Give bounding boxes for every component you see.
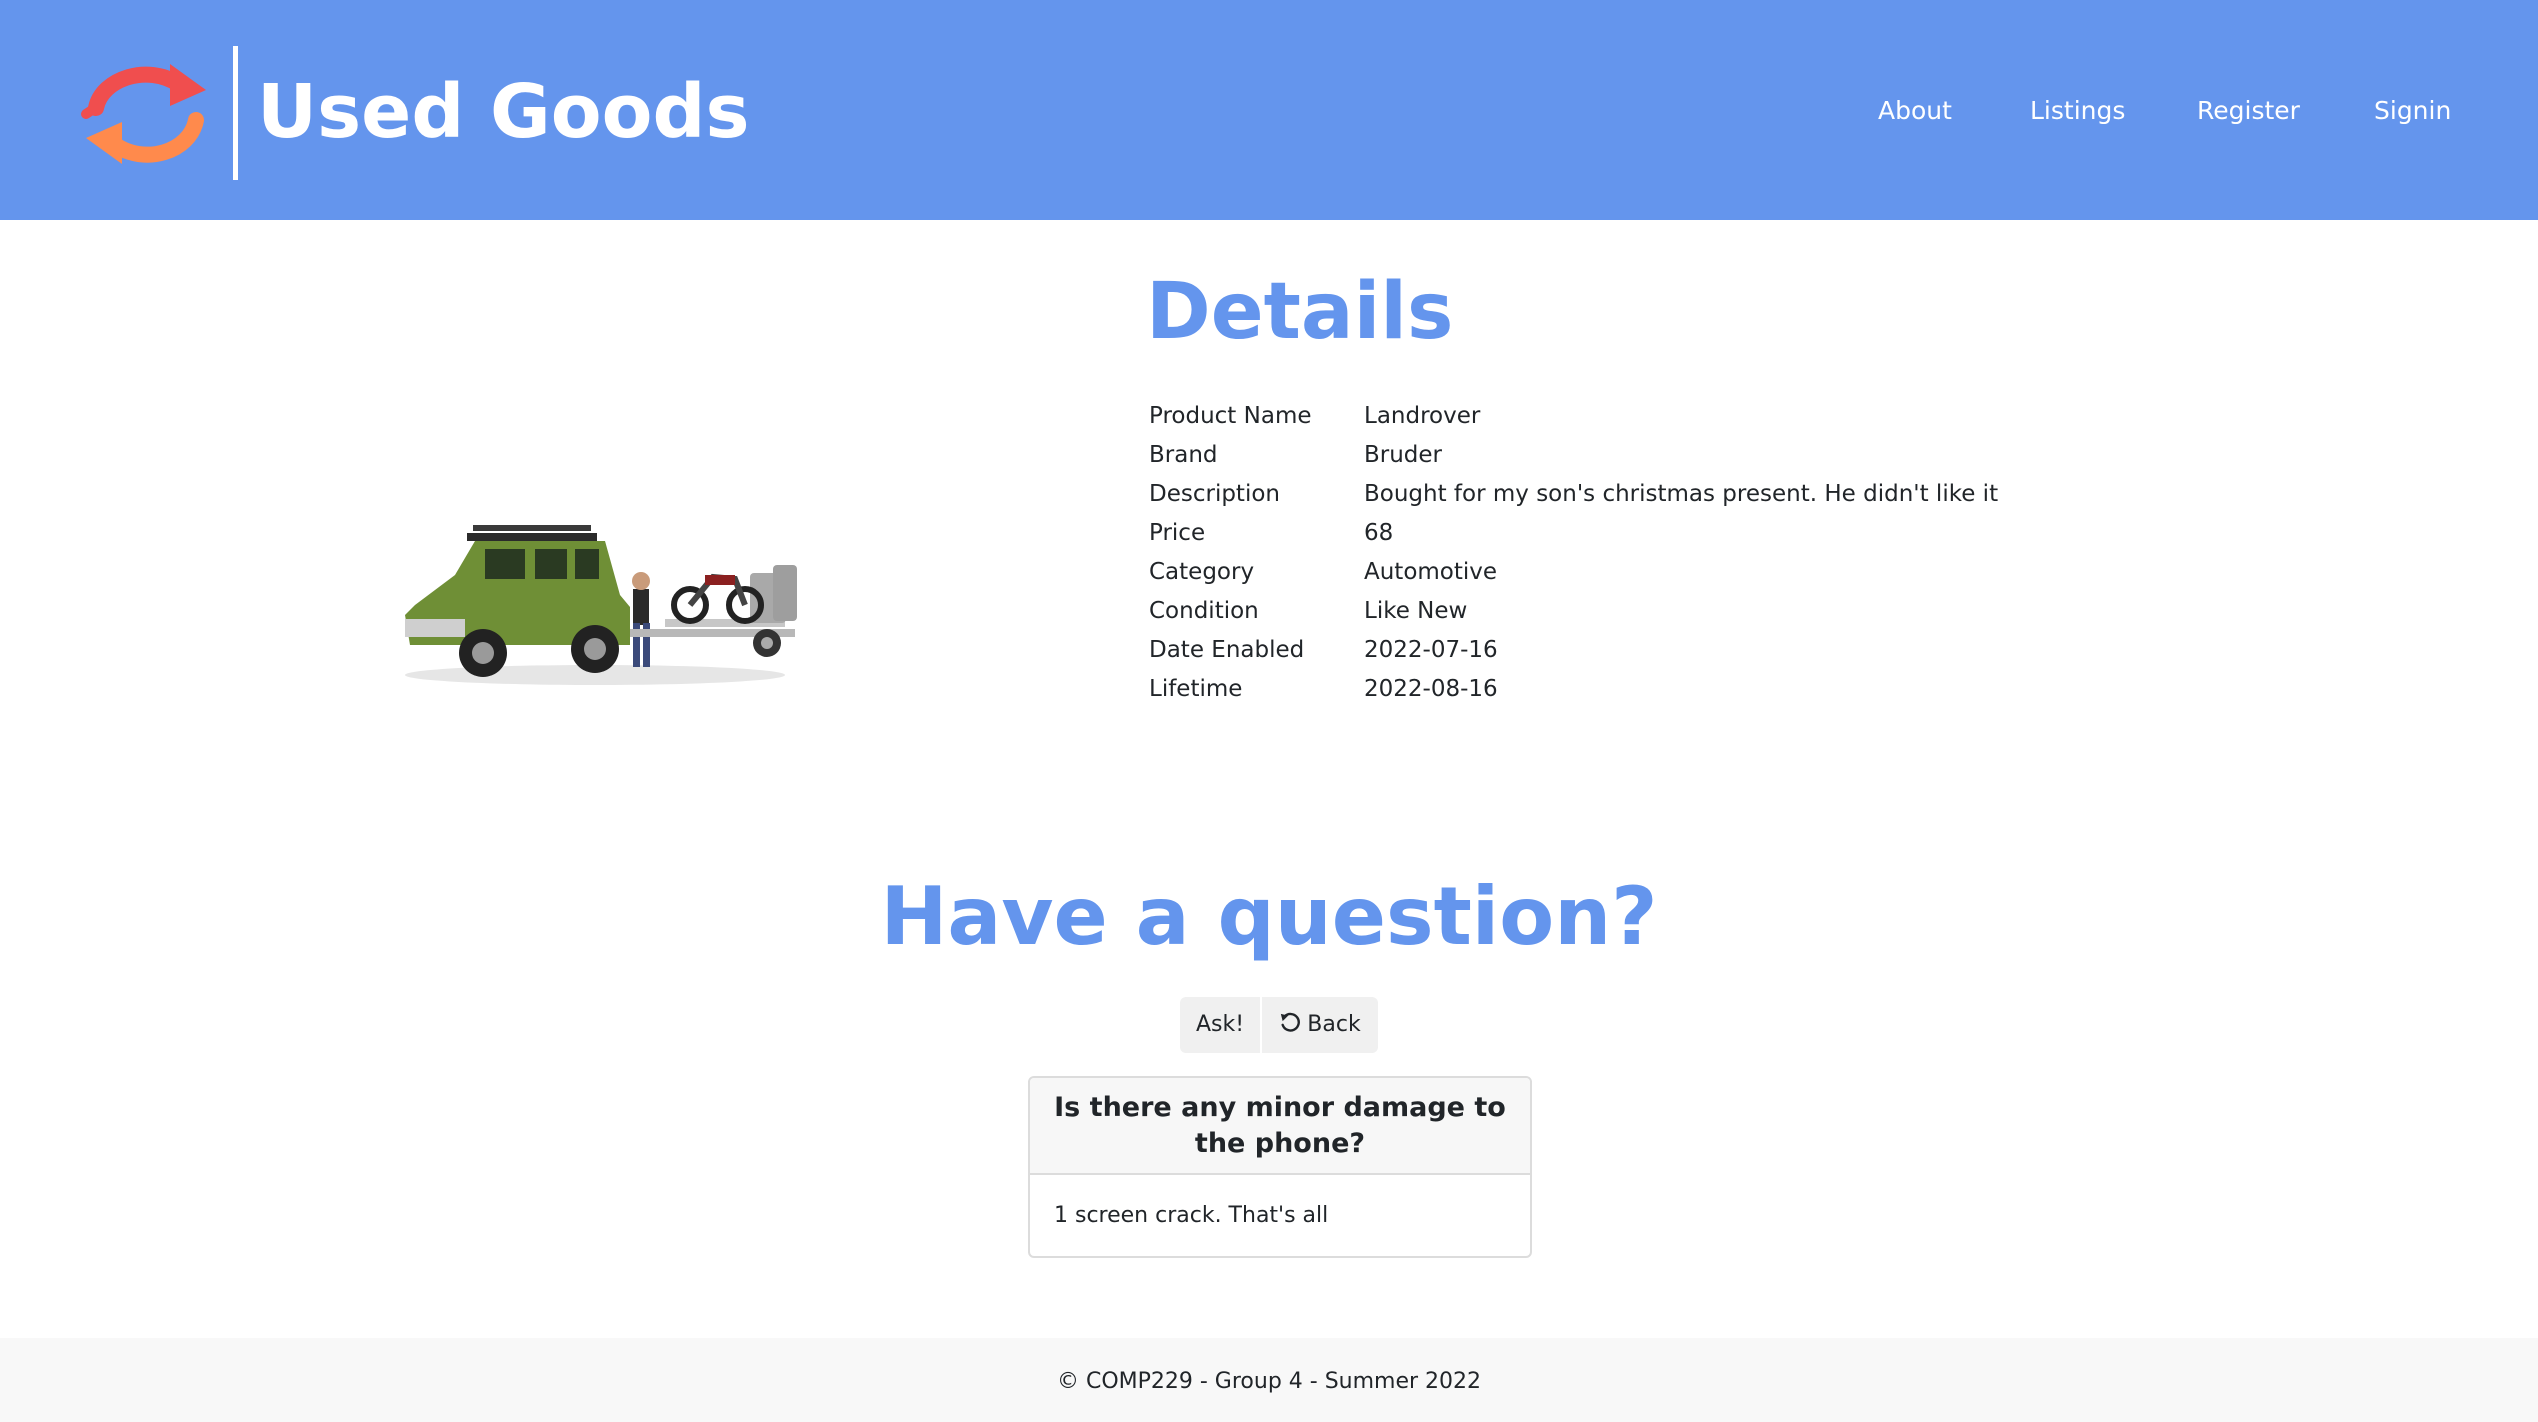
detail-label: Product Name (1149, 403, 1312, 429)
detail-label: Brand (1149, 442, 1218, 468)
undo-arrow-icon (1281, 1012, 1301, 1032)
detail-value: Bruder (1364, 442, 1443, 468)
detail-label: Lifetime (1149, 676, 1243, 702)
details-title: Details (1146, 267, 1454, 357)
navbar: Used Goods About Listings Register Signi… (0, 0, 2538, 220)
question-title: Have a question? (880, 870, 1658, 963)
detail-label: Price (1149, 520, 1206, 546)
detail-value: 2022-07-16 (1364, 637, 1498, 663)
nav-about[interactable]: About (1878, 88, 1952, 134)
detail-value: 2022-08-16 (1364, 676, 1498, 702)
back-button-label: Back (1307, 1012, 1361, 1037)
detail-label: Condition (1149, 598, 1259, 624)
question-text: Is there any minor damage to the phone? (1030, 1078, 1530, 1175)
footer-text: © COMP229 - Group 4 - Summer 2022 (1056, 1369, 1482, 1394)
ask-button[interactable]: Ask! (1180, 997, 1260, 1053)
nav-register[interactable]: Register (2197, 88, 2300, 134)
ask-button-label: Ask! (1195, 1012, 1245, 1037)
detail-value: Landrover (1364, 403, 1481, 429)
detail-value: Automotive (1364, 559, 1498, 585)
detail-value: Like New (1364, 598, 1468, 624)
question-card: Is there any minor damage to the phone? … (1028, 1076, 1532, 1258)
back-button[interactable]: Back (1262, 997, 1378, 1053)
detail-label: Date Enabled (1149, 637, 1305, 663)
logo-icon (81, 64, 206, 164)
detail-label: Category (1149, 559, 1255, 585)
product-image (405, 525, 797, 685)
answer-text: 1 screen crack. That's all (1054, 1203, 1329, 1228)
brand-name: Used Goods (257, 69, 750, 155)
detail-value: Bought for my son's christmas present. H… (1364, 481, 1999, 507)
brand-divider (233, 46, 238, 180)
detail-label: Description (1149, 481, 1280, 507)
detail-value: 68 (1364, 520, 1394, 546)
nav-listings[interactable]: Listings (2030, 88, 2125, 134)
nav-signin[interactable]: Signin (2374, 88, 2451, 134)
brand-link[interactable]: Used Goods (0, 0, 750, 220)
footer: © COMP229 - Group 4 - Summer 2022 (0, 1338, 2538, 1422)
